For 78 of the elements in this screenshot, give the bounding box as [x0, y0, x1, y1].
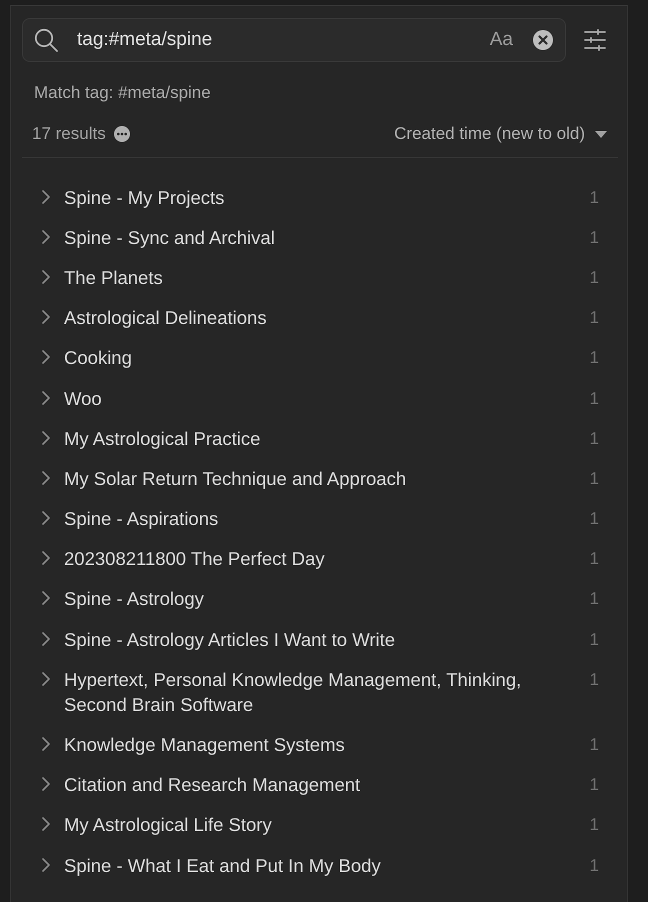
result-item[interactable]: The Planets 1 [22, 257, 618, 298]
result-item[interactable]: Spine - What I Eat and Put In My Body 1 [22, 845, 618, 886]
chevron-icon[interactable] [42, 632, 50, 646]
result-item[interactable]: Knowledge Management Systems 1 [22, 724, 618, 765]
result-item[interactable]: Hypertext, Personal Knowledge Management, Thinking, Second Brain Software 1 [22, 659, 618, 724]
result-title[interactable]: Astrological Delineations [64, 305, 564, 330]
chevron-icon[interactable] [42, 390, 50, 405]
match-count: 1 [590, 388, 599, 410]
match-case-toggle[interactable]: Aa [488, 29, 515, 51]
result-title[interactable]: Woo [64, 386, 564, 411]
match-count: 1 [590, 186, 599, 209]
result-item[interactable]: Woo 1 [22, 378, 618, 418]
chevron-icon[interactable] [42, 270, 50, 284]
caret-icon [595, 130, 607, 138]
result-title[interactable]: Citation and Research Management [64, 772, 564, 798]
result-item[interactable]: Spine - My Projects 1 [22, 177, 618, 218]
result-item[interactable]: Citation and Research Management 1 [22, 764, 618, 805]
result-item[interactable]: Spine - Aspirations 1 [22, 498, 618, 539]
clear-search-icon[interactable] [533, 30, 553, 50]
chevron-icon[interactable] [42, 737, 50, 752]
match-info-text: Match tag: #meta/spine [34, 82, 212, 104]
result-title[interactable]: My Astrological Life Story [64, 812, 564, 838]
result-item[interactable]: Cooking 1 [22, 338, 618, 378]
result-title[interactable]: My Solar Return Technique and Approach [64, 466, 564, 491]
chevron-icon[interactable] [42, 551, 50, 566]
search-settings-icon[interactable] [584, 29, 606, 51]
chevron-icon[interactable] [42, 230, 50, 244]
match-count: 1 [590, 347, 599, 370]
result-item[interactable]: Spine - Astrology 1 [22, 578, 618, 620]
result-title[interactable]: Spine - Astrology Articles I Want to Write [64, 626, 564, 652]
chevron-icon[interactable] [42, 858, 50, 872]
result-item[interactable]: My Solar Return Technique and Approach 1 [22, 458, 618, 498]
result-title[interactable]: Spine - Sync and Archival [64, 224, 564, 250]
chevron-icon[interactable] [42, 511, 50, 526]
result-title[interactable]: Cooking [64, 345, 564, 370]
sort-dropdown[interactable]: Created time (new to old) [394, 124, 607, 144]
match-count: 1 [590, 774, 599, 796]
search-field[interactable]: tag:#meta/spine Aa [22, 18, 566, 62]
match-count: 1 [590, 266, 599, 289]
chevron-icon[interactable] [42, 777, 50, 792]
result-title[interactable]: Spine - Aspirations [64, 506, 564, 532]
result-title[interactable]: My Astrological Practice [64, 426, 564, 451]
match-count: 1 [590, 814, 599, 836]
result-title[interactable]: Knowledge Management Systems [64, 732, 564, 758]
result-title[interactable]: Hypertext, Personal Knowledge Management, Thinking, Second Brain Software [64, 666, 564, 717]
result-item[interactable]: 202308211800 The Perfect Day 1 [22, 538, 618, 579]
results-count: 17 results [32, 124, 106, 144]
chevron-icon[interactable] [42, 190, 50, 204]
more-options-icon[interactable] [114, 126, 130, 142]
match-count: 1 [590, 428, 599, 450]
match-count: 1 [590, 468, 599, 490]
match-count: 1 [590, 307, 599, 330]
result-item[interactable]: My Astrological Practice 1 [22, 418, 618, 458]
chevron-icon[interactable] [42, 591, 50, 606]
match-count: 1 [590, 588, 599, 610]
chevron-icon[interactable] [42, 430, 50, 445]
result-title[interactable]: Spine - Astrology [64, 586, 564, 612]
result-item[interactable]: Astrological Delineations 1 [22, 298, 618, 338]
match-count: 1 [590, 508, 599, 530]
result-title[interactable]: Spine - What I Eat and Put In My Body [64, 852, 564, 878]
result-title[interactable]: 202308211800 The Perfect Day [64, 546, 564, 572]
chevron-icon[interactable] [42, 470, 50, 485]
match-count: 1 [590, 854, 599, 877]
result-item[interactable]: Spine - Sync and Archival 1 [22, 217, 618, 258]
match-count: 1 [590, 548, 599, 570]
match-count: 1 [590, 628, 599, 651]
chevron-icon[interactable] [42, 350, 50, 364]
chevron-icon[interactable] [42, 817, 50, 832]
result-item[interactable]: Spine - Astrology Articles I Want to Write 1 [22, 619, 618, 660]
result-title[interactable]: Spine - My Projects [64, 184, 564, 210]
result-item[interactable]: My Astrological Life Story 1 [22, 804, 618, 845]
result-title[interactable]: The Planets [64, 264, 564, 290]
search-icon [34, 28, 58, 52]
chevron-icon[interactable] [42, 672, 50, 686]
match-count: 1 [590, 226, 599, 249]
chevron-icon[interactable] [42, 310, 50, 324]
match-count: 1 [590, 734, 599, 756]
match-count: 1 [590, 668, 599, 691]
